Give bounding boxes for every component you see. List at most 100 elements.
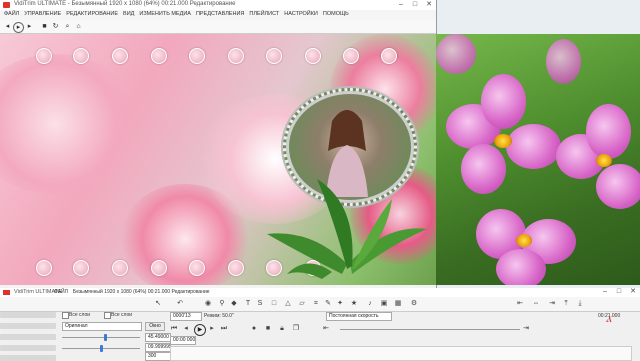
brand-logo-icon: ⲁ	[606, 313, 612, 325]
bubble-ornament	[112, 48, 128, 64]
bubble-ornament	[305, 48, 321, 64]
window-button[interactable]: Окно	[145, 322, 165, 331]
align-bottom-icon[interactable]: ⤓	[576, 300, 584, 308]
settings-icon[interactable]: ⚙	[410, 300, 418, 308]
back-icon[interactable]: ◂	[3, 22, 12, 31]
menu-settings[interactable]: НАСТРОЙКИ	[284, 11, 318, 17]
lock-icon[interactable]: 🔒︎	[278, 325, 286, 333]
close-button[interactable]: ✕	[422, 0, 436, 10]
pointer-icon[interactable]: ↖	[154, 300, 162, 308]
bubble-ornament	[266, 48, 282, 64]
timeline-track[interactable]	[340, 329, 520, 330]
step-forward-icon[interactable]: ▸	[208, 325, 216, 333]
layers-checkbox-2-label: Все слои	[111, 312, 133, 318]
speed-dropdown[interactable]: Постоянная скорость	[326, 312, 392, 321]
menu-edit[interactable]: РЕДАКТИРОВАНИЕ	[66, 11, 118, 17]
editor-menu-file[interactable]: ФАЙЛ	[54, 289, 68, 295]
editor-close-button[interactable]: ✕	[626, 287, 640, 297]
bubble-ornament	[73, 48, 89, 64]
orchid-image	[436, 34, 640, 285]
align-right-icon[interactable]: ⇥	[548, 300, 556, 308]
refresh-icon[interactable]: ↻	[51, 22, 60, 31]
editor-project-info: Безымянный 1920 x 1080 (64%) 00:21.000 Р…	[72, 289, 210, 295]
stop-icon[interactable]: ■	[40, 22, 49, 31]
maximize-button[interactable]: □	[408, 0, 422, 10]
editor-minimize-button[interactable]: –	[598, 287, 612, 297]
timecode-field[interactable]: 0000'13	[170, 312, 202, 321]
align-top-icon[interactable]: ⤒	[562, 300, 570, 308]
background-flower	[0, 54, 140, 194]
app-logo-icon	[3, 290, 10, 295]
bubble-ornament	[151, 260, 167, 276]
value-field-1[interactable]: 45.49000	[145, 333, 171, 342]
triangle-icon[interactable]: △	[284, 300, 292, 308]
skip-start-icon[interactable]: ⏮	[170, 325, 178, 333]
bubble-ornament	[36, 260, 52, 276]
effects-icon[interactable]: ✦	[336, 300, 344, 308]
text-icon[interactable]: T	[244, 300, 252, 308]
bubble-ornament	[228, 48, 244, 64]
forward-icon[interactable]: ▸	[25, 22, 34, 31]
property-bar	[0, 312, 56, 318]
pin-icon[interactable]: ⚲	[218, 300, 226, 308]
property-bar	[0, 323, 56, 329]
skip-end-icon[interactable]: ⏭	[220, 325, 228, 333]
opacity-slider-knob[interactable]	[104, 334, 107, 341]
play-button[interactable]: ▸	[13, 22, 24, 33]
minimize-button[interactable]: –	[394, 0, 408, 10]
value-field-2[interactable]: 09.999999	[145, 343, 171, 352]
time-field[interactable]: 00:00 000	[170, 336, 196, 345]
bubble-ornament	[189, 260, 205, 276]
step-back-icon[interactable]: ◂	[182, 325, 190, 333]
mark-in-icon[interactable]: ⇤	[322, 325, 330, 333]
menu-views[interactable]: ПРЕДСТАВЛЕНИЯ	[196, 11, 244, 17]
video-preview[interactable]	[0, 34, 436, 285]
property-bar	[0, 355, 56, 361]
camera-icon[interactable]: ◉	[204, 300, 212, 308]
layers-checkbox-1-label: Все слои	[69, 312, 91, 318]
square-icon[interactable]: □	[270, 300, 278, 308]
mode-label: Режим: 50.0''	[204, 313, 234, 319]
menu-view[interactable]: ВИД	[123, 11, 134, 17]
home-icon[interactable]: ⌂	[74, 22, 83, 31]
editor-toolbar: ↖ ↶ ◉ ⚲ ◆ T S □ △ ▱ ⌗ ✎ ✦ ★ ♪ ▣ ▦ ⚙ ⇤ ⇔ …	[0, 297, 640, 312]
blend-mode-select[interactable]: Оригинал	[62, 322, 142, 331]
film-icon[interactable]: ▣	[380, 300, 388, 308]
layer-icon[interactable]: ◆	[230, 300, 238, 308]
bubble-ornament	[381, 48, 397, 64]
mark-out-icon[interactable]: ⇥	[522, 325, 530, 333]
star-icon[interactable]: ★	[350, 300, 358, 308]
search-icon[interactable]: ⌕	[63, 22, 72, 31]
bubble-ornament	[112, 260, 128, 276]
bubble-ornament	[189, 48, 205, 64]
align-center-icon[interactable]: ⇔	[532, 300, 540, 308]
property-bar	[0, 345, 56, 351]
copy-icon[interactable]: ❐	[292, 325, 300, 333]
menu-file[interactable]: ФАЙЛ	[4, 11, 19, 17]
shape-icon[interactable]: ▱	[298, 300, 306, 308]
stop-square-icon[interactable]: ■	[264, 325, 272, 333]
editor-maximize-button[interactable]: □	[612, 287, 626, 297]
opacity-slider-track[interactable]	[62, 337, 140, 338]
app-logo-icon	[3, 2, 10, 8]
brush-icon[interactable]: ✎	[324, 300, 332, 308]
audio-icon[interactable]: ♪	[366, 300, 374, 308]
layers-checkbox-2[interactable]	[104, 312, 111, 319]
undo-icon[interactable]: ↶	[176, 300, 184, 308]
align-left-icon[interactable]: ⇤	[516, 300, 524, 308]
menu-manage[interactable]: УПРАВЛЕНИЕ	[24, 11, 61, 17]
menu-change-media[interactable]: ИЗМЕНИТЬ МЕДИА	[139, 11, 191, 17]
bubble-ornament	[228, 260, 244, 276]
editor-play-button[interactable]: ▶	[194, 324, 206, 336]
bubble-ornament	[36, 48, 52, 64]
crop-icon[interactable]: ⌗	[312, 300, 320, 308]
menu-help[interactable]: ПОМОЩЬ	[323, 11, 349, 17]
layers-checkbox-1[interactable]	[62, 312, 69, 319]
menu-playlist[interactable]: ПЛЕЙЛИСТ	[249, 11, 279, 17]
scale-slider-knob[interactable]	[100, 345, 103, 352]
timeline-panel[interactable]	[170, 346, 632, 361]
record-icon[interactable]: ●	[250, 325, 258, 333]
text-s-icon[interactable]: S	[256, 300, 264, 308]
media-icon[interactable]: ▦	[394, 300, 402, 308]
property-bar	[0, 334, 56, 340]
